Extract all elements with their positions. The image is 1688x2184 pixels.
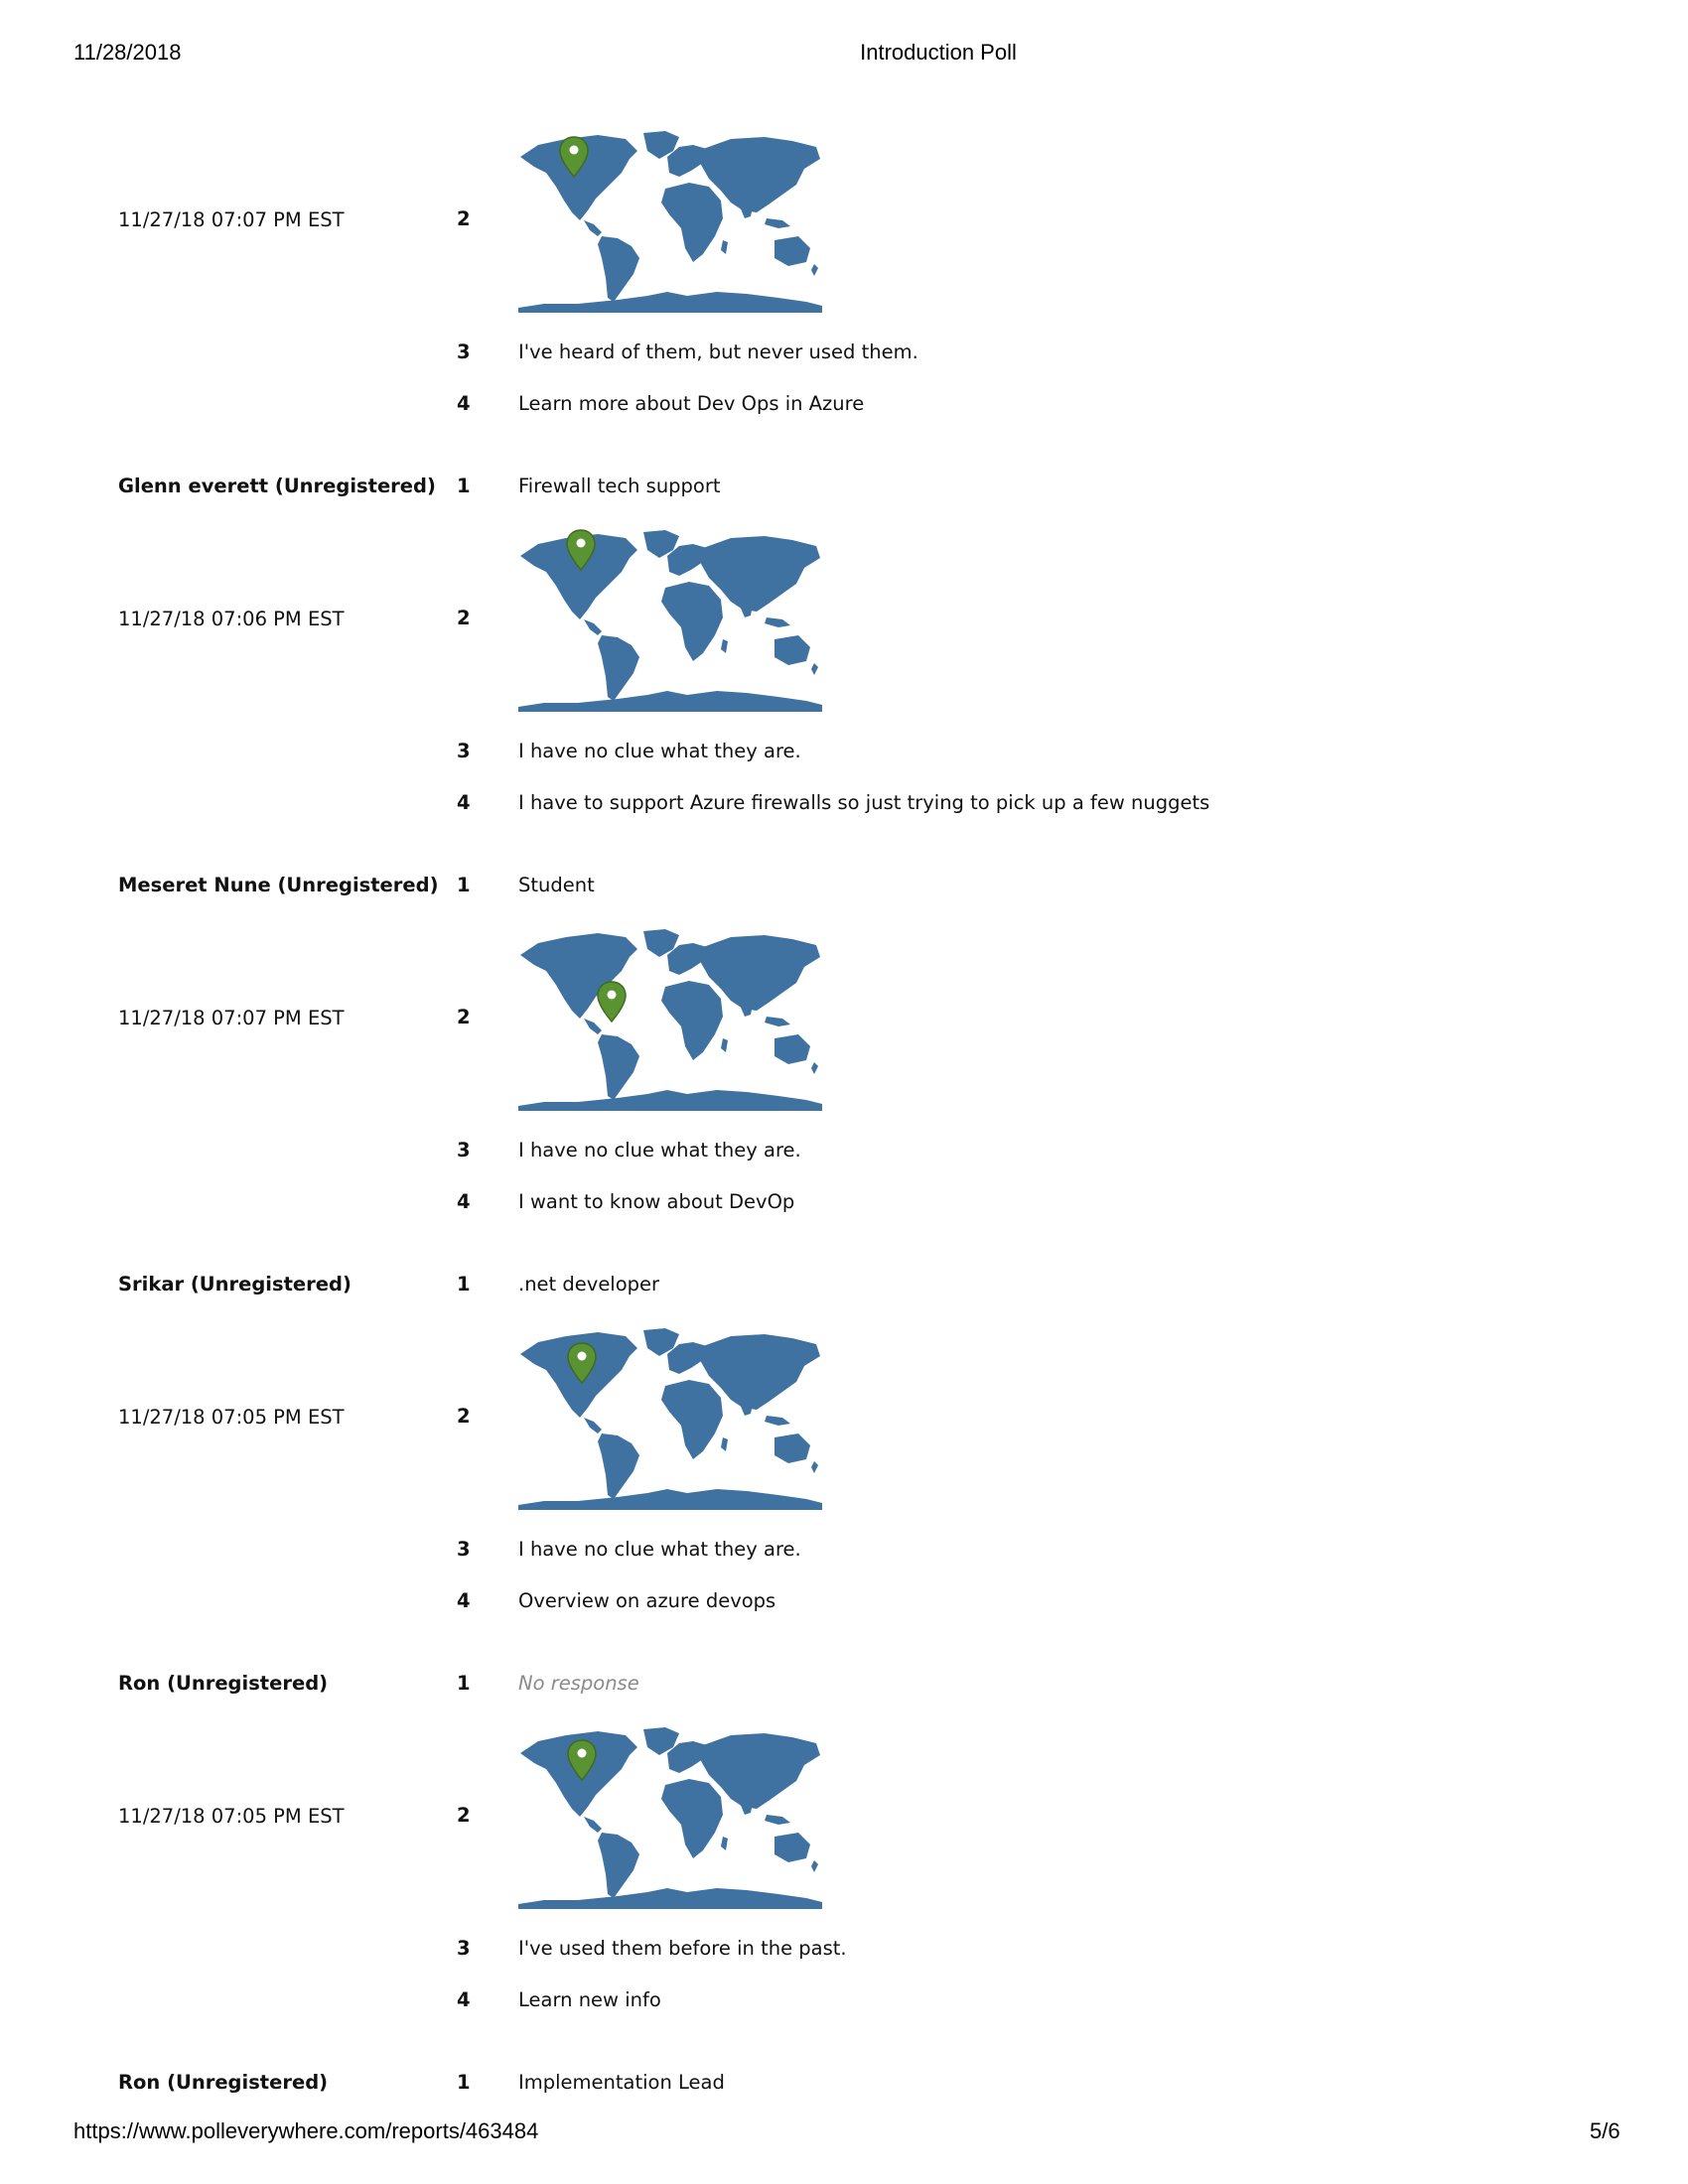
- question-number: 1: [457, 1273, 471, 1296]
- question-number: 3: [457, 740, 471, 762]
- location-pin-icon: [566, 1739, 598, 1781]
- respondent-name: Meseret Nune (Unregistered): [118, 874, 439, 896]
- question-number: 4: [457, 1988, 471, 2011]
- question-number: 3: [457, 1538, 471, 1561]
- footer-url: https://www.polleverywhere.com/reports/4…: [73, 2118, 539, 2143]
- question-number: 4: [457, 1190, 471, 1213]
- question-number: 1: [457, 874, 471, 896]
- response-answer: Implementation Lead: [518, 2071, 725, 2094]
- respondent-name: Ron (Unregistered): [118, 1672, 329, 1695]
- question-number: 4: [457, 1589, 471, 1612]
- question-number: 3: [457, 1937, 471, 1960]
- question-number: 2: [457, 1405, 471, 1428]
- respondent-name: Glenn everett (Unregistered): [118, 475, 436, 497]
- question-number: 1: [457, 1672, 471, 1695]
- response-answer: I have no clue what they are.: [518, 1139, 801, 1161]
- world-map: [518, 1725, 822, 1909]
- question-number: 3: [457, 341, 471, 363]
- no-response-text: No response: [518, 1672, 639, 1695]
- response-answer: I have no clue what they are.: [518, 740, 801, 762]
- location-pin-icon: [558, 136, 590, 178]
- question-number: 4: [457, 791, 471, 814]
- question-number: 4: [457, 392, 471, 415]
- response-timestamp: 11/27/18 07:05 PM EST: [118, 1805, 345, 1828]
- response-answer: Learn more about Dev Ops in Azure: [518, 392, 865, 415]
- world-map: [518, 528, 822, 712]
- question-number: 1: [457, 475, 471, 497]
- question-number: 2: [457, 207, 471, 230]
- response-timestamp: 11/27/18 07:07 PM EST: [118, 1007, 345, 1029]
- response-answer: I want to know about DevOp: [518, 1190, 795, 1213]
- response-answer: Firewall tech support: [518, 475, 721, 497]
- response-answer: Overview on azure devops: [518, 1589, 776, 1612]
- question-number: 2: [457, 607, 471, 629]
- world-map: [518, 927, 822, 1111]
- response-answer: I've heard of them, but never used them.: [518, 341, 918, 363]
- question-number: 2: [457, 1804, 471, 1827]
- location-pin-icon: [565, 529, 597, 571]
- response-answer: Student: [518, 874, 595, 896]
- response-answer: .net developer: [518, 1273, 660, 1296]
- response-answer: I have no clue what they are.: [518, 1538, 801, 1561]
- page-number: 5/6: [1590, 2118, 1620, 2143]
- location-pin-icon: [596, 981, 628, 1023]
- world-map: [518, 1326, 822, 1510]
- response-answer: I have to support Azure firewalls so jus…: [518, 791, 1210, 814]
- question-number: 3: [457, 1139, 471, 1161]
- respondent-name: Ron (Unregistered): [118, 2071, 329, 2094]
- page-title: Introduction Poll: [860, 40, 1017, 65]
- question-number: 1: [457, 2071, 471, 2094]
- response-timestamp: 11/27/18 07:05 PM EST: [118, 1406, 345, 1429]
- response-timestamp: 11/27/18 07:06 PM EST: [118, 608, 345, 630]
- response-answer: Learn new info: [518, 1988, 661, 2011]
- location-pin-icon: [566, 1342, 598, 1384]
- response-answer: I've used them before in the past.: [518, 1937, 847, 1960]
- question-number: 2: [457, 1006, 471, 1028]
- response-timestamp: 11/27/18 07:07 PM EST: [118, 208, 345, 231]
- respondent-name: Srikar (Unregistered): [118, 1273, 352, 1296]
